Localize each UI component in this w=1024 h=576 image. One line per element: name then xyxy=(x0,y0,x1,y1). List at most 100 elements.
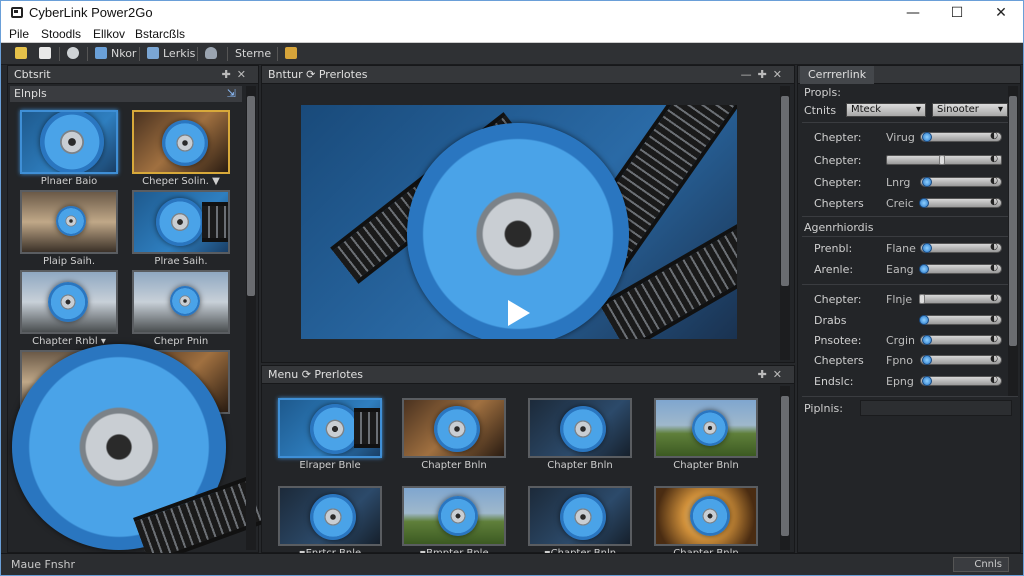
slider-knob[interactable] xyxy=(922,376,932,386)
menu-item-settings[interactable]: Bstarcßls xyxy=(135,27,185,41)
lerkis-label: Lerkis xyxy=(163,47,196,60)
slider-knob[interactable] xyxy=(922,132,932,142)
play-icon[interactable] xyxy=(508,300,530,326)
title-bar: CyberLink Power2Go — ☐ ✕ xyxy=(1,1,1023,25)
menu-template-item[interactable]: Chapter Bnln xyxy=(528,398,632,474)
menu-template-thumbnail xyxy=(278,486,382,546)
content-filter-bar[interactable]: Elnpls ⇲ xyxy=(10,86,242,102)
property-label: Drabs xyxy=(814,314,847,327)
property-label: Chepter: xyxy=(814,293,862,306)
property-slider[interactable]: ◐ xyxy=(886,154,1002,165)
close-button[interactable]: ✕ xyxy=(981,3,1021,23)
document-button[interactable] xyxy=(39,46,55,62)
slider-knob[interactable] xyxy=(919,315,929,325)
plugin-button[interactable] xyxy=(285,46,301,62)
disc-button[interactable] xyxy=(67,46,83,62)
property-slider[interactable]: ◐ xyxy=(919,263,1002,274)
template-thumbnail xyxy=(20,110,118,174)
menu-template-thumbnail xyxy=(528,398,632,458)
template-item[interactable]: Chapter Rnbl ▾ xyxy=(20,270,118,350)
status-text: Maue Fnshr xyxy=(11,558,75,571)
slider-knob[interactable] xyxy=(919,198,929,208)
slider-knob[interactable] xyxy=(919,294,925,304)
slider-end-icon: ◐ xyxy=(990,131,998,141)
template-item[interactable]: Chepr Pnin xyxy=(132,270,230,350)
property-dropdown-1[interactable]: Mteck xyxy=(846,103,926,117)
status-cancel-button[interactable]: Cnnls xyxy=(953,557,1009,572)
menu-template-item[interactable]: ▪Bmpter Bnle xyxy=(402,486,506,562)
new-button[interactable] xyxy=(15,46,31,62)
panel-controls[interactable]: ✚✕ xyxy=(222,66,252,84)
property-slider[interactable]: ◐ xyxy=(920,375,1002,386)
property-slider[interactable]: ◐ xyxy=(920,242,1002,253)
properties-panel: Cerrrerlink Propls: Ctnits Mteck Sinoote… xyxy=(797,65,1021,553)
property-dropdown-2[interactable]: Sinooter xyxy=(932,103,1008,117)
properties-scrollbar-thumb[interactable] xyxy=(1009,96,1017,346)
property-slider[interactable]: ◐ xyxy=(920,334,1002,345)
template-label: Plrae Saih. xyxy=(154,256,208,267)
slider-end-icon: ◐ xyxy=(990,314,998,324)
app-window: CyberLink Power2Go — ☐ ✕ Pile Stoodls El… xyxy=(0,0,1024,576)
menu-template-item[interactable]: Chapter Bnln xyxy=(654,486,758,562)
maximize-button[interactable]: ☐ xyxy=(937,3,977,23)
filter-icon[interactable]: ⇲ xyxy=(227,86,236,102)
minimize-button[interactable]: — xyxy=(893,3,933,23)
cylinder-button[interactable] xyxy=(205,46,221,62)
template-item[interactable]: Plaip Saih. xyxy=(20,190,118,270)
template-item[interactable]: Plrae Saih. xyxy=(132,190,230,270)
slider-knob[interactable] xyxy=(919,264,929,274)
slider-end-icon: ◐ xyxy=(990,197,998,207)
property-slider[interactable]: ◐ xyxy=(920,131,1002,142)
menu-template-item[interactable]: ▪Enrtcr Bnle xyxy=(278,486,382,562)
preview-scrollbar-thumb[interactable] xyxy=(781,96,789,286)
sterne-button[interactable]: Sterne xyxy=(235,46,271,62)
puzzle-icon xyxy=(285,47,297,59)
property-sub-label: Fpno xyxy=(886,354,914,367)
document-icon xyxy=(39,47,51,59)
slider-end-icon: ◐ xyxy=(990,334,998,344)
property-slider[interactable]: ◐ xyxy=(919,293,1002,304)
menu-template-item[interactable]: ▪Chapter Bnln xyxy=(528,486,632,562)
content-scrollbar-thumb[interactable] xyxy=(247,96,255,296)
menu-preview-scrollbar[interactable] xyxy=(780,386,790,550)
property-slider[interactable]: ◐ xyxy=(920,354,1002,365)
property-slider[interactable]: ◐ xyxy=(919,197,1002,208)
slider-knob[interactable] xyxy=(922,335,932,345)
lerkis-button[interactable]: Lerkis xyxy=(147,46,195,62)
properties-footer-label: Piplnis: xyxy=(804,402,843,415)
property-slider[interactable]: ◐ xyxy=(920,176,1002,187)
slider-knob[interactable] xyxy=(922,243,932,253)
menu-item-view[interactable]: Ellkov xyxy=(93,27,125,41)
menu-template-item[interactable]: Chapter Bnln xyxy=(402,398,506,474)
properties-footer-field[interactable] xyxy=(860,400,1012,416)
properties-scrollbar[interactable] xyxy=(1008,86,1018,396)
template-item[interactable]: Plnaer Baio xyxy=(20,110,118,190)
app-icon xyxy=(11,7,23,18)
menu-template-item[interactable]: Chapter Bnln xyxy=(654,398,758,474)
property-sub-label: Creic xyxy=(886,197,914,210)
properties-tab[interactable]: Cerrrerlink xyxy=(800,66,875,84)
property-sub-label: Lnrg xyxy=(886,176,911,189)
content-scrollbar[interactable] xyxy=(246,86,256,550)
content-panel-title: Cbtsrit xyxy=(14,68,51,81)
nkor-label: Nkor xyxy=(111,47,137,60)
panel-controls[interactable]: ✚✕ xyxy=(758,366,788,384)
template-item[interactable]: Cheper Solin. ▼ xyxy=(132,110,230,190)
disc-preview[interactable] xyxy=(301,105,737,339)
slider-knob[interactable] xyxy=(922,355,932,365)
preview-scrollbar[interactable] xyxy=(780,86,790,360)
menu-preview-scrollbar-thumb[interactable] xyxy=(781,396,789,536)
menu-item-file[interactable]: Pile xyxy=(9,27,29,41)
slider-knob[interactable] xyxy=(939,155,945,165)
property-label: Chepter: xyxy=(814,131,862,144)
menu-template-item[interactable]: Elraper Bnle xyxy=(278,398,382,474)
menu-item-tools[interactable]: Stoodls xyxy=(41,27,81,41)
slider-knob[interactable] xyxy=(922,177,932,187)
property-slider[interactable]: ◐ xyxy=(919,314,1002,325)
panel-controls[interactable]: —✚✕ xyxy=(741,66,788,84)
new-file-icon xyxy=(15,47,27,59)
property-label: Prenbl: xyxy=(814,242,853,255)
nkor-button[interactable]: Nkor xyxy=(95,46,136,62)
disc-icon xyxy=(67,47,79,59)
grid-icon xyxy=(147,47,159,59)
